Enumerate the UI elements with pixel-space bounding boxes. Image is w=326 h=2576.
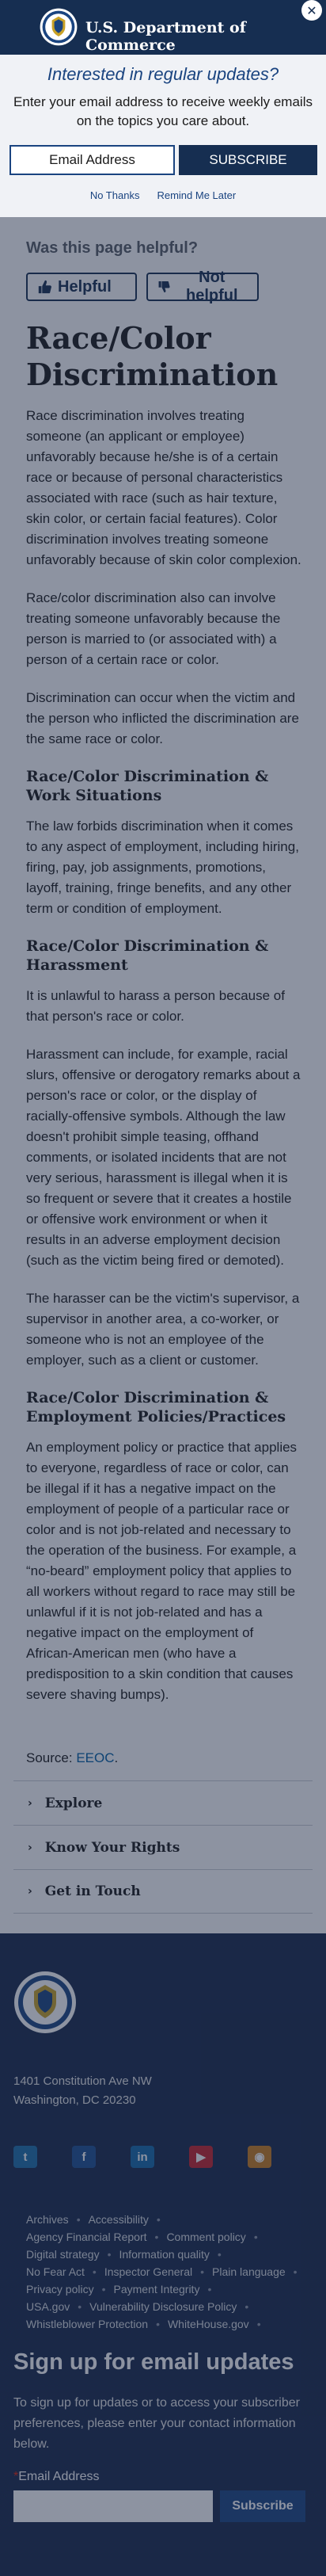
modal-subscribe-button[interactable]: SUBSCRIBE [179,145,317,175]
modal-description: Enter your email address to receive week… [13,94,313,128]
signup-modal: Interested in regular updates? Enter you… [0,55,326,217]
modal-secondary-links: No Thanks Remind Me Later [0,189,326,201]
modal-header: U.S. Department of Commerce ✕ [0,0,326,55]
close-icon[interactable]: ✕ [301,0,322,21]
modal-question: Interested in regular updates? [47,64,279,84]
modal-backdrop[interactable] [0,0,326,2576]
no-thanks-link[interactable]: No Thanks [90,189,140,201]
commerce-seal-icon [40,8,78,46]
remind-later-link[interactable]: Remind Me Later [157,189,236,201]
modal-email-input[interactable] [9,145,175,175]
modal-title: U.S. Department of Commerce [85,19,246,54]
